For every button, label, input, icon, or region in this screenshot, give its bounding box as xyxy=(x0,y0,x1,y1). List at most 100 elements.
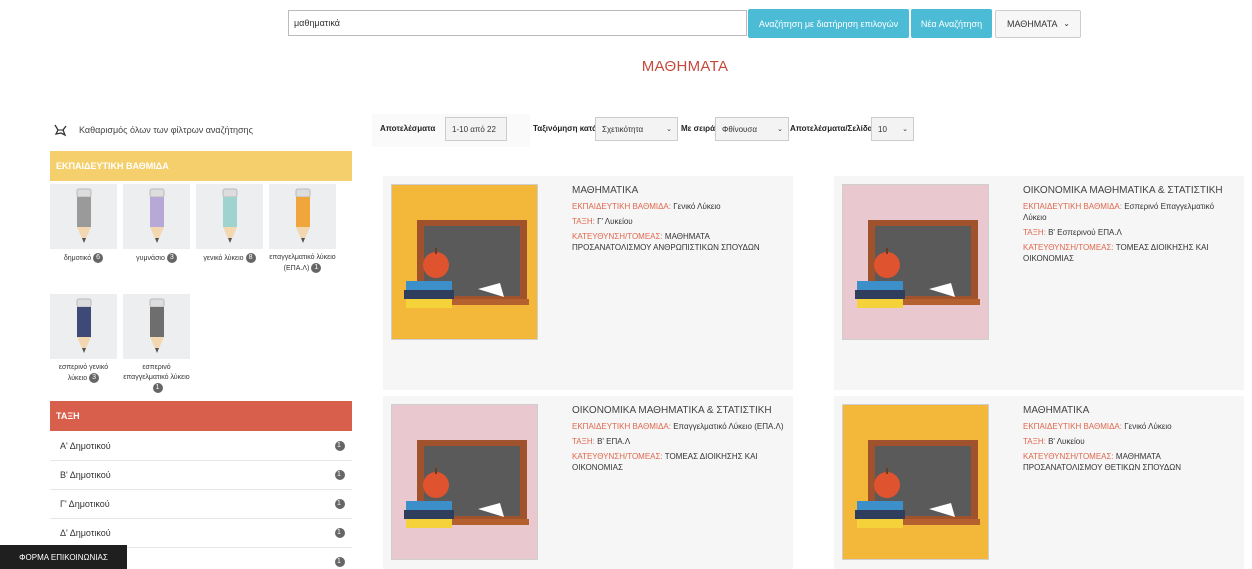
grade-filter-item[interactable]: δημοτικό 6 xyxy=(50,184,117,264)
grade-filter-item[interactable]: γυμνάσιο 3 xyxy=(123,184,190,264)
search-keep-options-button[interactable]: Αναζήτηση με διατήρηση επιλογών xyxy=(748,9,909,38)
result-info: ΟΙΚΟΝΟΜΙΚΑ ΜΑΘΗΜΑΤΙΚΑ & ΣΤΑΤΙΣΤΙΚΗ ΕΚΠΑΙΔ… xyxy=(572,404,787,477)
pencil-icon xyxy=(50,184,117,249)
grade-panel-title: ΕΚΠΑΙΔΕΥΤΙΚΗ ΒΑΘΜΙΔΑ xyxy=(56,161,169,171)
count-badge: 1 xyxy=(335,499,345,509)
pencil-icon xyxy=(123,294,190,359)
chevron-down-icon: ⌄ xyxy=(902,126,908,133)
result-title[interactable]: ΜΑΘΗΜΑΤΙΚΑ xyxy=(1023,404,1238,417)
grade-filter-item[interactable]: εσπερινό επαγγελματικό λύκειο1 xyxy=(123,294,190,394)
grade-filter-label: γυμνάσιο 3 xyxy=(123,253,190,264)
class-field-value: Β' ΕΠΑ.Λ xyxy=(597,437,631,446)
grade-filter-label: δημοτικό 6 xyxy=(50,253,117,264)
chevron-down-icon: ⌄ xyxy=(666,126,672,133)
contact-form-label: ΦΟΡΜΑ ΕΠΙΚΟΙΝΩΝΙΑΣ xyxy=(19,552,108,562)
count-badge: 1 xyxy=(335,470,345,480)
count-badge: 8 xyxy=(245,253,256,263)
results-range: 1-10 από 22 xyxy=(445,117,507,141)
category-select[interactable]: ΜΑΘΗΜΑΤΑ ⌄ xyxy=(995,10,1081,38)
grade-field-label: ΕΚΠΑΙΔΕΥΤΙΚΗ ΒΑΘΜΙΔΑ: xyxy=(1023,422,1122,431)
class-field-label: ΤΑΞΗ: xyxy=(572,217,595,226)
per-page-label: Αποτελέσματα/Σελίδα xyxy=(790,123,873,133)
class-filter-item[interactable]: Α' Δημοτικού 1 xyxy=(50,431,352,461)
search-input[interactable] xyxy=(288,10,747,36)
results-label: Αποτελέσματα xyxy=(380,123,436,133)
result-card[interactable]: ΜΑΘΗΜΑΤΙΚΑ ΕΚΠΑΙΔΕΥΤΙΚΗ ΒΑΘΜΙΔΑ: Γενικό Λ… xyxy=(834,396,1244,569)
per-page-select[interactable]: 10 ⌄ xyxy=(871,117,914,141)
sort-select[interactable]: Σχετικότητα ⌄ xyxy=(595,117,678,141)
order-label: Με σειρά xyxy=(681,123,716,133)
category-select-value: ΜΑΘΗΜΑΤΑ xyxy=(1007,19,1058,29)
grade-filter-item[interactable]: γενικό λύκειο 8 xyxy=(196,184,263,264)
chevron-down-icon: ⌄ xyxy=(1063,19,1070,28)
count-badge: 3 xyxy=(166,253,177,263)
class-filter-label: Α' Δημοτικού xyxy=(60,440,111,451)
class-filter-item[interactable]: Γ' Δημοτικού 1 xyxy=(50,489,352,519)
grade-filter-label: εσπερινό επαγγελματικό λύκειο1 xyxy=(123,364,190,393)
per-page-select-value: 10 xyxy=(878,124,887,134)
class-field-label: ΤΑΞΗ: xyxy=(572,437,595,446)
grade-filter-label: επαγγελματικό λύκειο (ΕΠΑ.Λ) 1 xyxy=(269,254,336,273)
result-title[interactable]: ΟΙΚΟΝΟΜΙΚΑ ΜΑΘΗΜΑΤΙΚΑ & ΣΤΑΤΙΣΤΙΚΗ xyxy=(572,404,787,417)
sort-select-value: Σχετικότητα xyxy=(602,124,644,134)
order-select-value: Φθίνουσα xyxy=(722,124,757,134)
grade-panel-header[interactable]: ΕΚΠΑΙΔΕΥΤΙΚΗ ΒΑΘΜΙΔΑ xyxy=(50,151,352,181)
direction-field-label: ΚΑΤΕΥΘΥΝΣΗ/ΤΟΜΕΑΣ: xyxy=(572,232,663,241)
grade-field-value: Γενικό Λύκειο xyxy=(1124,422,1172,431)
pencil-icon xyxy=(269,184,336,249)
chalkboard-icon[interactable] xyxy=(391,184,538,340)
result-info: ΜΑΘΗΜΑΤΙΚΑ ΕΚΠΑΙΔΕΥΤΙΚΗ ΒΑΘΜΙΔΑ: Γενικό Λ… xyxy=(1023,404,1238,477)
grade-filter-label: εσπερινό γενικό λύκειο 3 xyxy=(58,364,109,383)
chalkboard-icon[interactable] xyxy=(842,404,989,560)
class-field-value: Β' Λυκείου xyxy=(1048,437,1085,446)
count-badge: 6 xyxy=(93,253,104,263)
order-select[interactable]: Φθίνουσα ⌄ xyxy=(715,117,789,141)
chevron-down-icon: ⌄ xyxy=(777,126,783,133)
result-card[interactable]: ΜΑΘΗΜΑΤΙΚΑ ΕΚΠΑΙΔΕΥΤΙΚΗ ΒΑΘΜΙΔΑ: Γενικό Λ… xyxy=(383,176,793,390)
count-badge: 1 xyxy=(335,557,345,567)
class-field-label: ΤΑΞΗ: xyxy=(1023,437,1046,446)
new-search-button[interactable]: Νέα Αναζήτηση xyxy=(911,9,992,38)
clear-filters-label: Καθαρισμός όλων των φίλτρων αναζήτησης xyxy=(79,125,253,135)
class-filter-label: Γ' Δημοτικού xyxy=(60,498,110,509)
class-field-value: Β' Εσπερινού ΕΠΑ.Λ xyxy=(1048,228,1122,237)
contact-form-button[interactable]: ΦΟΡΜΑ ΕΠΙΚΟΙΝΩΝΙΑΣ xyxy=(0,545,127,569)
class-panel-title: ΤΑΞΗ xyxy=(56,411,80,421)
class-filter-item[interactable]: Β' Δημοτικού 1 xyxy=(50,460,352,490)
chalkboard-icon[interactable] xyxy=(391,404,538,560)
class-field-label: ΤΑΞΗ: xyxy=(1023,228,1046,237)
grade-filter-item[interactable]: επαγγελματικό λύκειο (ΕΠΑ.Λ) 1 xyxy=(269,184,336,274)
pencil-icon xyxy=(196,184,263,249)
count-badge: 1 xyxy=(335,528,345,538)
direction-field-label: ΚΑΤΕΥΘΥΝΣΗ/ΤΟΜΕΑΣ: xyxy=(572,452,663,461)
class-filter-item[interactable]: Δ' Δημοτικού 1 xyxy=(50,518,352,548)
class-filter-label: Δ' Δημοτικού xyxy=(60,527,111,538)
count-badge: 1 xyxy=(152,383,163,393)
class-panel-header[interactable]: ΤΑΞΗ xyxy=(50,401,352,431)
grade-field-label: ΕΚΠΑΙΔΕΥΤΙΚΗ ΒΑΘΜΙΔΑ: xyxy=(572,422,671,431)
direction-field-label: ΚΑΤΕΥΘΥΝΣΗ/ΤΟΜΕΑΣ: xyxy=(1023,243,1114,252)
sort-label: Ταξινόμηση κατά xyxy=(533,123,598,133)
grade-filter-item[interactable]: εσπερινό γενικό λύκειο 3 xyxy=(50,294,117,384)
result-title[interactable]: ΟΙΚΟΝΟΜΙΚΑ ΜΑΘΗΜΑΤΙΚΑ & ΣΤΑΤΙΣΤΙΚΗ xyxy=(1023,184,1238,197)
grade-field-label: ΕΚΠΑΙΔΕΥΤΙΚΗ ΒΑΘΜΙΔΑ: xyxy=(1023,202,1122,211)
results-toolbar: Αποτελέσματα 1-10 από 22 Ταξινόμηση κατά… xyxy=(372,116,1252,146)
chalkboard-icon[interactable] xyxy=(842,184,989,340)
result-card[interactable]: ΟΙΚΟΝΟΜΙΚΑ ΜΑΘΗΜΑΤΙΚΑ & ΣΤΑΤΙΣΤΙΚΗ ΕΚΠΑΙΔ… xyxy=(383,396,793,569)
grade-field-label: ΕΚΠΑΙΔΕΥΤΙΚΗ ΒΑΘΜΙΔΑ: xyxy=(572,202,671,211)
result-card[interactable]: ΟΙΚΟΝΟΜΙΚΑ ΜΑΘΗΜΑΤΙΚΑ & ΣΤΑΤΙΣΤΙΚΗ ΕΚΠΑΙΔ… xyxy=(834,176,1244,390)
pencil-icon xyxy=(50,294,117,359)
pencil-icon xyxy=(123,184,190,249)
count-badge: 1 xyxy=(311,263,322,273)
grade-field-value: Γενικό Λύκειο xyxy=(673,202,721,211)
clear-filters-link[interactable]: Καθαρισμός όλων των φίλτρων αναζήτησης xyxy=(52,120,352,140)
count-badge: 1 xyxy=(335,441,345,451)
result-info: ΟΙΚΟΝΟΜΙΚΑ ΜΑΘΗΜΑΤΙΚΑ & ΣΤΑΤΙΣΤΙΚΗ ΕΚΠΑΙΔ… xyxy=(1023,184,1238,268)
result-info: ΜΑΘΗΜΑΤΙΚΑ ΕΚΠΑΙΔΕΥΤΙΚΗ ΒΑΘΜΙΔΑ: Γενικό Λ… xyxy=(572,184,787,257)
class-filter-label: Β' Δημοτικού xyxy=(60,469,111,480)
grade-field-value: Επαγγελματικό Λύκειο (ΕΠΑ.Λ) xyxy=(673,422,784,431)
broom-icon xyxy=(54,124,67,137)
result-title[interactable]: ΜΑΘΗΜΑΤΙΚΑ xyxy=(572,184,787,197)
count-badge: 3 xyxy=(89,373,100,383)
direction-field-label: ΚΑΤΕΥΘΥΝΣΗ/ΤΟΜΕΑΣ: xyxy=(1023,452,1114,461)
